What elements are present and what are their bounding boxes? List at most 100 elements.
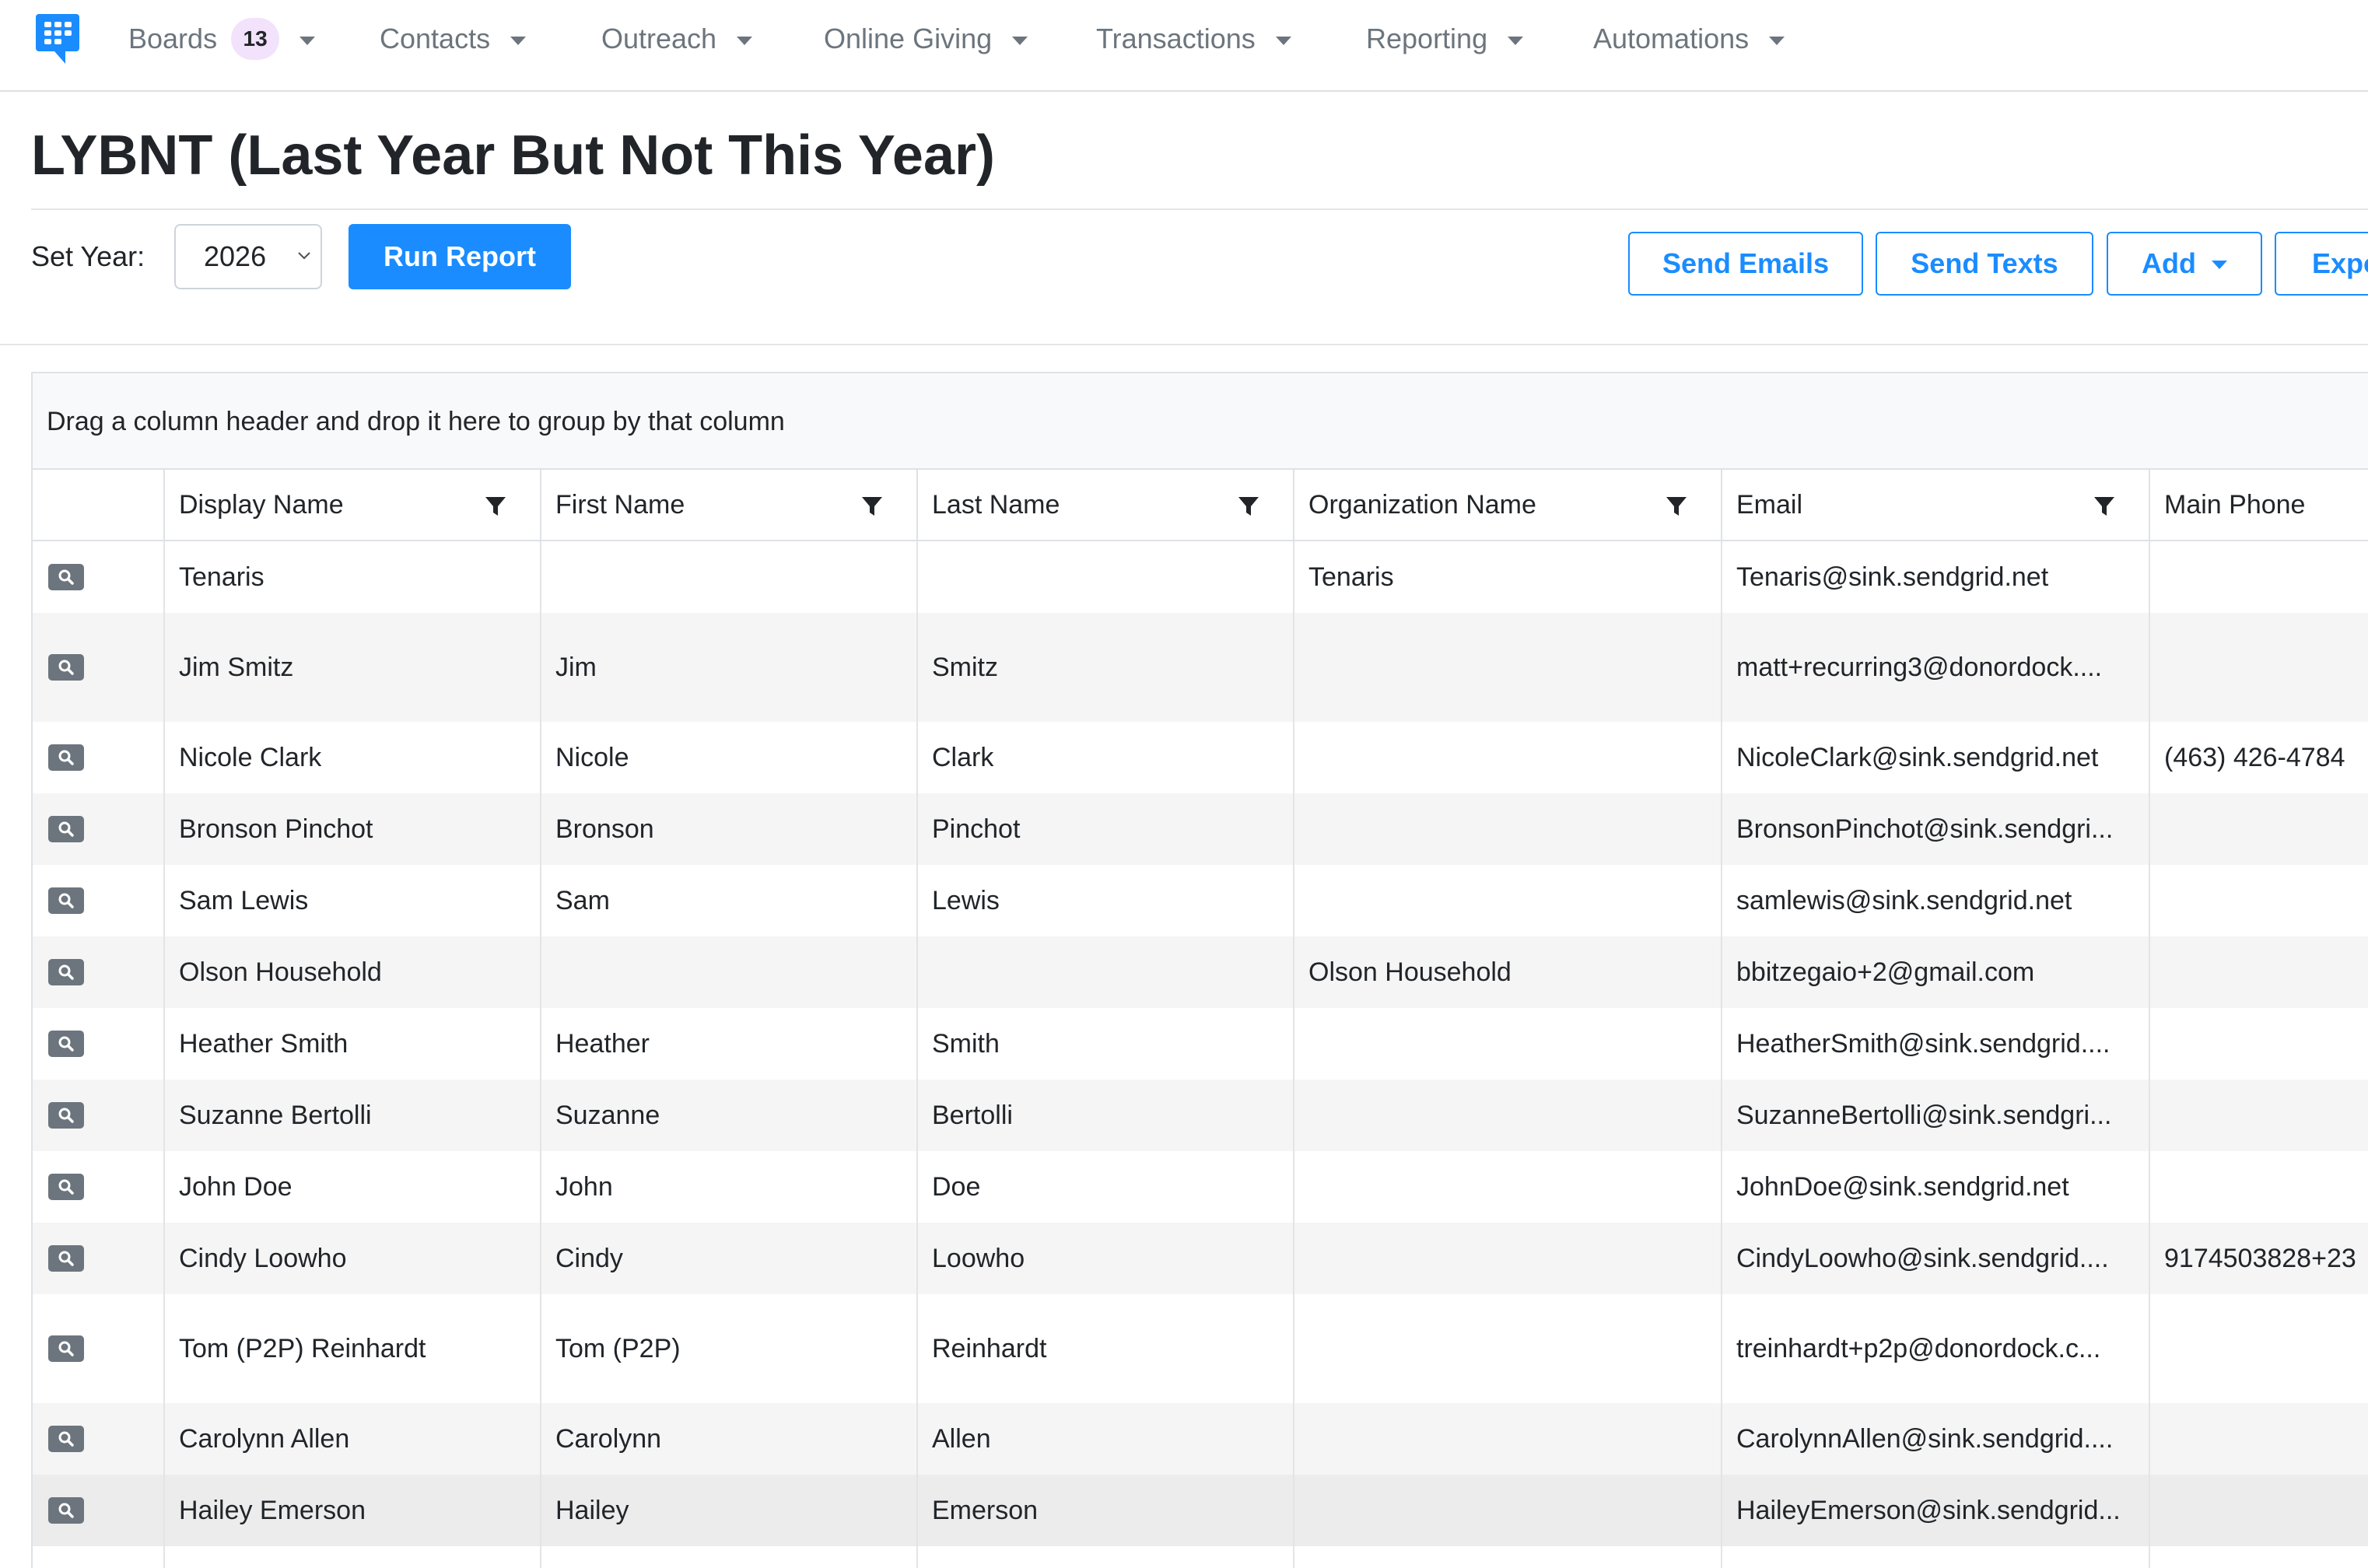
table-row[interactable]: Olson Household Olson Household bbitzegaio… <box>33 936 2368 1008</box>
filter-icon[interactable] <box>1665 495 1688 518</box>
table-cell: HaileyEmerson@sink.sendgrid... <box>1721 1475 2149 1546</box>
view-record-button[interactable] <box>48 564 84 590</box>
table-cell: Tom (P2P) Reinhardt <box>163 1294 540 1403</box>
nav-outreach[interactable]: Outreach <box>601 17 753 61</box>
table-row[interactable]: Jim Smitz Jim Smitz matt+recurring3@donordo… <box>33 613 2368 722</box>
table-cell <box>2149 1151 2368 1223</box>
table-row[interactable]: John Doe John Doe JohnDoe@sink.sendgrid.net <box>33 1151 2368 1223</box>
view-record-button[interactable] <box>48 1335 84 1362</box>
column-header-organization-name[interactable]: Organization Name <box>1293 470 1721 540</box>
nav-automations[interactable]: Automations <box>1593 17 1785 61</box>
filter-icon[interactable] <box>2093 495 2116 518</box>
row-actions-cell <box>33 1403 163 1475</box>
table-row[interactable] <box>33 1546 2368 1568</box>
view-record-button[interactable] <box>48 1031 84 1057</box>
table-cell <box>1293 1546 1721 1568</box>
table-cell <box>2149 1294 2368 1403</box>
table-cell <box>2149 865 2368 936</box>
column-header-last-name[interactable]: Last Name <box>916 470 1293 540</box>
table-cell: Bronson <box>540 793 916 865</box>
filter-icon[interactable] <box>860 495 884 518</box>
boards-count-badge: 13 <box>231 18 280 60</box>
table-row[interactable]: Tom (P2P) Reinhardt Tom (P2P) Reinhardt tre… <box>33 1294 2368 1403</box>
column-header-label: Display Name <box>179 490 344 520</box>
table-cell: Nicole <box>540 722 916 793</box>
table-row[interactable]: Suzanne Bertolli Suzanne Bertolli SuzanneBe… <box>33 1080 2368 1151</box>
table-cell: Pinchot <box>916 793 1293 865</box>
column-header-display-name[interactable]: Display Name <box>163 470 540 540</box>
table-cell <box>1293 1008 1721 1080</box>
view-record-button[interactable] <box>48 1426 84 1452</box>
magnifier-icon <box>58 750 74 765</box>
nav-transactions[interactable]: Transactions <box>1096 17 1291 61</box>
group-by-drop-zone[interactable]: Drag a column header and drop it here to… <box>33 373 2368 470</box>
title-divider <box>31 208 2368 210</box>
column-header-email[interactable]: Email <box>1721 470 2149 540</box>
table-cell: Smith <box>916 1008 1293 1080</box>
table-row[interactable]: Nicole Clark Nicole Clark NicoleClark@sink.… <box>33 722 2368 793</box>
export-button[interactable]: Expo <box>2275 232 2368 296</box>
caret-down-icon <box>2211 260 2227 269</box>
magnifier-icon <box>58 1431 74 1447</box>
table-row[interactable]: Hailey Emerson Hailey Emerson HaileyEmerson… <box>33 1475 2368 1546</box>
nav-outreach-label: Outreach <box>601 23 717 54</box>
magnifier-icon <box>58 893 74 908</box>
app-logo-icon[interactable] <box>34 11 81 67</box>
table-cell: Tenaris <box>163 541 540 613</box>
view-record-button[interactable] <box>48 654 84 681</box>
table-cell: Hailey Emerson <box>163 1475 540 1546</box>
table-row[interactable]: Bronson Pinchot Bronson Pinchot BronsonPinc… <box>33 793 2368 865</box>
table-row[interactable]: Carolynn Allen Carolynn Allen CarolynnAllen… <box>33 1403 2368 1475</box>
top-nav: Boards 13 Contacts Outreach Online Givin… <box>0 0 2368 92</box>
chevron-down-icon <box>1012 36 1028 45</box>
table-cell <box>1293 613 1721 722</box>
column-header-label: Organization Name <box>1308 490 1536 520</box>
table-cell: NicoleClark@sink.sendgrid.net <box>1721 722 2149 793</box>
row-actions-cell <box>33 1008 163 1080</box>
nav-boards[interactable]: Boards 13 <box>128 17 316 61</box>
table-cell <box>1293 1475 1721 1546</box>
column-header-label: Main Phone <box>2164 490 2306 520</box>
view-record-button[interactable] <box>48 1245 84 1272</box>
column-header-main-phone[interactable]: Main Phone <box>2149 470 2368 540</box>
table-row[interactable]: Heather Smith Heather Smith HeatherSmith@si… <box>33 1008 2368 1080</box>
view-record-button[interactable] <box>48 1497 84 1524</box>
send-emails-button[interactable]: Send Emails <box>1628 232 1863 296</box>
table-cell <box>916 936 1293 1008</box>
year-select-value: 2026 <box>204 240 267 272</box>
table-cell: HeatherSmith@sink.sendgrid.... <box>1721 1008 2149 1080</box>
table-cell: Heather <box>540 1008 916 1080</box>
table-row[interactable]: Tenaris Tenaris Tenaris@sink.sendgrid.net <box>33 541 2368 613</box>
view-record-button[interactable] <box>48 1174 84 1200</box>
add-dropdown-button[interactable]: Add <box>2107 232 2262 296</box>
nav-online-giving[interactable]: Online Giving <box>824 17 1028 61</box>
view-record-button[interactable] <box>48 1102 84 1129</box>
nav-reporting-label: Reporting <box>1366 23 1488 54</box>
table-cell: CindyLoowho@sink.sendgrid.... <box>1721 1223 2149 1294</box>
view-record-button[interactable] <box>48 744 84 771</box>
chevron-down-icon <box>300 36 316 45</box>
view-record-button[interactable] <box>48 816 84 842</box>
nav-boards-label: Boards <box>128 23 218 54</box>
nav-reporting[interactable]: Reporting <box>1366 17 1524 61</box>
filter-icon[interactable] <box>484 495 507 518</box>
table-cell: John Doe <box>163 1151 540 1223</box>
filter-icon[interactable] <box>1237 495 1260 518</box>
nav-contacts[interactable]: Contacts <box>380 17 527 61</box>
nav-transactions-label: Transactions <box>1096 23 1256 54</box>
run-report-button[interactable]: Run Report <box>349 224 571 289</box>
table-cell <box>1293 865 1721 936</box>
magnifier-icon <box>58 1503 74 1518</box>
table-row[interactable]: Sam Lewis Sam Lewis samlewis@sink.sendgrid.… <box>33 865 2368 936</box>
send-texts-button[interactable]: Send Texts <box>1876 232 2093 296</box>
view-record-button[interactable] <box>48 887 84 914</box>
table-cell: Olson Household <box>1293 936 1721 1008</box>
view-record-button[interactable] <box>48 959 84 985</box>
table-cell <box>1293 1403 1721 1475</box>
row-actions-cell <box>33 1151 163 1223</box>
column-header-first-name[interactable]: First Name <box>540 470 916 540</box>
table-row[interactable]: Cindy Loowho Cindy Loowho CindyLoowho@sink.… <box>33 1223 2368 1294</box>
year-select[interactable]: 2026 <box>174 224 322 289</box>
row-actions-cell <box>33 1223 163 1294</box>
magnifier-icon <box>58 1251 74 1266</box>
